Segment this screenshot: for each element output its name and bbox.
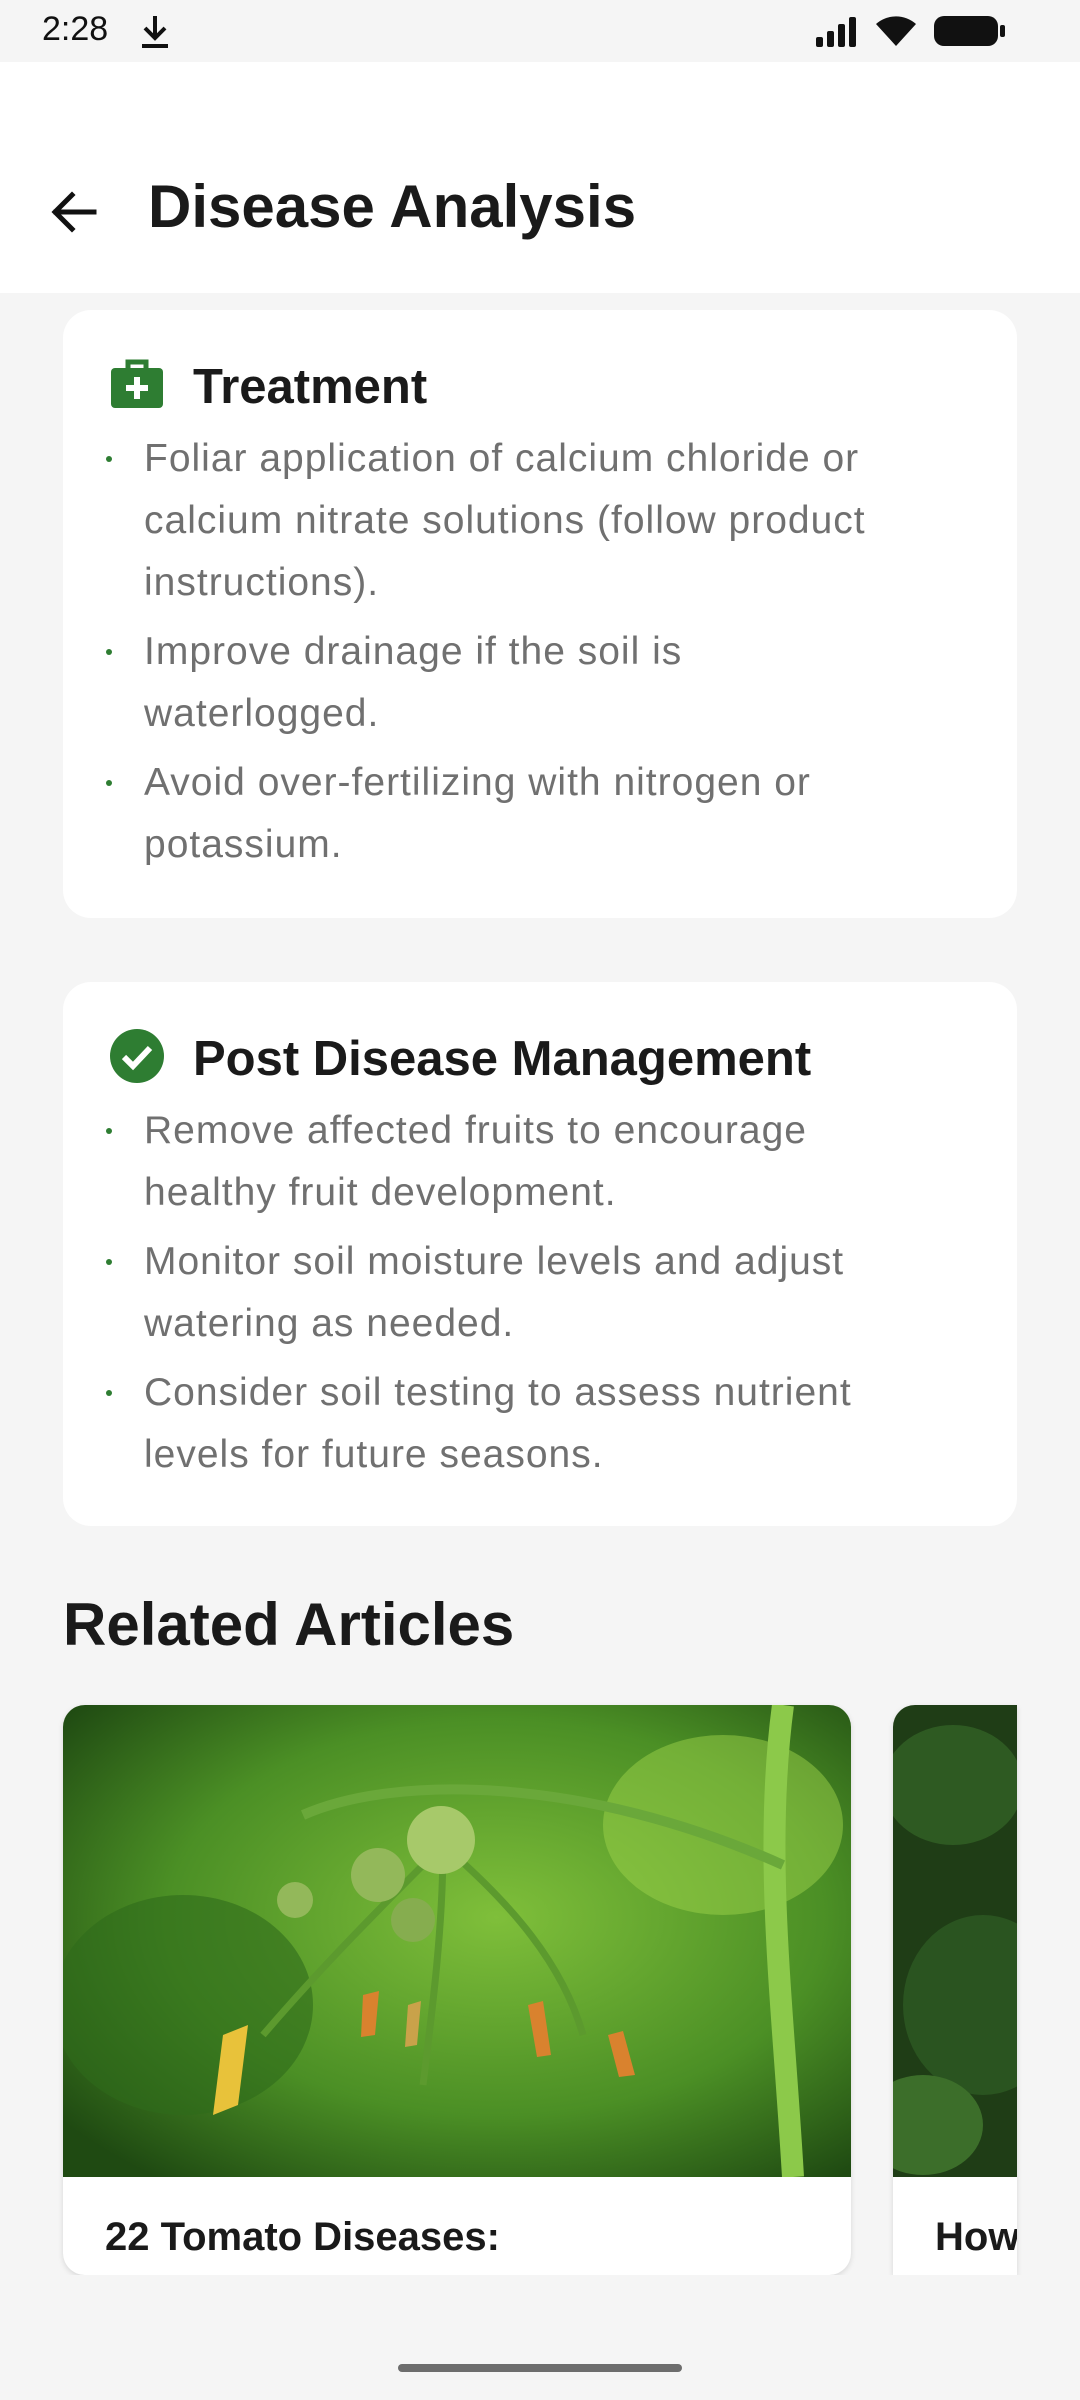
wifi-icon [874,14,918,53]
article-image [893,1705,1017,2177]
bullet-icon [106,1128,112,1134]
treatment-title: Treatment [193,359,428,414]
bullet-icon [106,1259,112,1265]
treatment-header: Treatment [109,356,427,417]
bottom-area [0,2275,1080,2400]
battery-icon [934,14,1006,53]
related-articles-heading: Related Articles [63,1591,515,1658]
medical-kit-icon [109,356,165,417]
bullet-icon [106,780,112,786]
article-card[interactable]: 22 Tomato Diseases: [63,1705,851,2275]
status-bar: 2:28 [0,0,1080,62]
post-management-list: Remove affected fruits to encourage heal… [106,1100,977,1493]
app-bar: Disease Analysis [0,62,1080,293]
status-time: 2:28 [42,10,109,48]
back-button[interactable] [44,182,104,242]
article-image [63,1705,851,2178]
treatment-card: Treatment Foliar application of calcium … [63,310,1017,918]
bullet-icon [106,456,112,462]
check-circle-icon [109,1028,165,1089]
list-item: Avoid over-fertilizing with nitrogen or … [106,752,977,876]
post-management-card: Post Disease Management Remove affected … [63,982,1017,1526]
list-item: Improve drainage if the soil is waterlog… [106,621,977,745]
post-management-header: Post Disease Management [109,1028,811,1089]
bullet-icon [106,649,112,655]
list-item: Foliar application of calcium chloride o… [106,428,977,614]
list-item: Consider soil testing to assess nutrient… [106,1362,977,1486]
signal-icon [814,15,858,52]
article-card[interactable]: How [893,1705,1017,2275]
list-item: Monitor soil moisture levels and adjust … [106,1231,977,1355]
arrow-back-icon [51,191,97,233]
status-icons [814,14,1006,53]
bullet-icon [106,1390,112,1396]
treatment-list: Foliar application of calcium chloride o… [106,428,977,883]
article-title: How [935,2215,1017,2259]
page-title: Disease Analysis [148,173,637,240]
home-indicator[interactable] [398,2364,682,2372]
list-item: Remove affected fruits to encourage heal… [106,1100,977,1224]
download-icon [138,14,172,55]
post-management-title: Post Disease Management [193,1031,812,1086]
article-title: 22 Tomato Diseases: [105,2215,500,2259]
